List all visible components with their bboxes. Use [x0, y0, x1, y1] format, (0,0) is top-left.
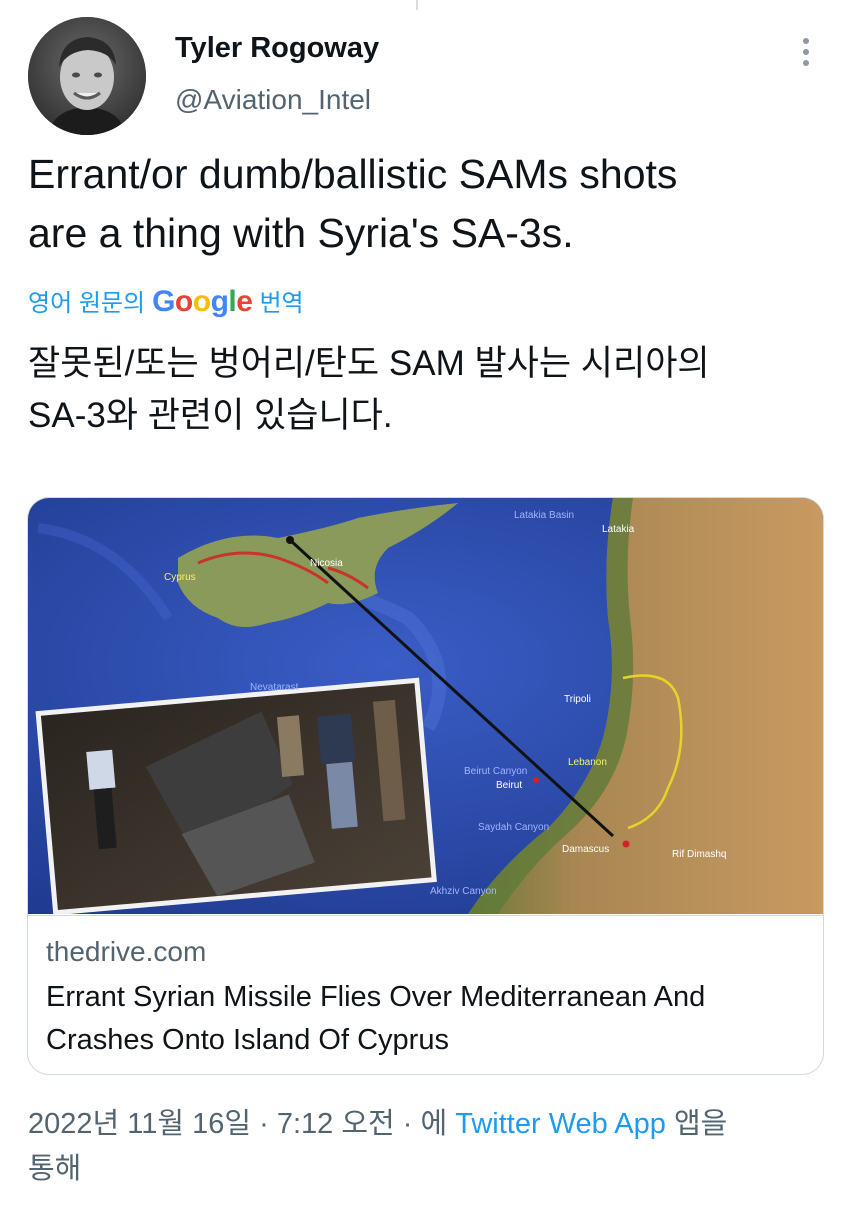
google-logo: Google — [152, 285, 253, 318]
more-options-icon[interactable] — [796, 34, 816, 70]
tweet-text: Errant/or dumb/ballistic SAMs shots are … — [28, 145, 828, 263]
map-label-tripoli: Tripoli — [564, 694, 591, 705]
translated-text-line: SA-3와 관련이 있습니다. — [28, 396, 393, 435]
card-body[interactable]: thedrive.com Errant Syrian Missile Flies… — [28, 915, 823, 1074]
meta-suffix-2: 통해 — [28, 1153, 82, 1185]
map-label-rif-dimashq: Rif Dimashq — [672, 849, 726, 860]
tweet-text-line: are a thing with Syria's SA-3s. — [28, 210, 574, 256]
source-app-link[interactable]: Twitter Web App — [455, 1108, 666, 1140]
map-label-nicosia: Nicosia — [310, 558, 343, 569]
avatar[interactable] — [28, 17, 146, 135]
author-handle[interactable]: @Aviation_Intel — [175, 84, 371, 116]
tweet-date[interactable]: 2022년 11월 16일 — [28, 1108, 251, 1140]
map-label-cyprus: Cyprus — [164, 572, 196, 583]
meta-via: 에 — [420, 1108, 448, 1140]
map-label-beirut-canyon: Beirut Canyon — [464, 766, 527, 777]
card-title-line: Errant Syrian Missile Flies Over Mediter… — [46, 981, 706, 1013]
card-domain: thedrive.com — [46, 936, 207, 967]
meta-separator: · — [259, 1108, 269, 1140]
meta-suffix: 앱을 — [673, 1108, 728, 1140]
map-label-latakia-basin: Latakia Basin — [514, 510, 574, 521]
card-title: Errant Syrian Missile Flies Over Mediter… — [46, 976, 816, 1062]
tweet-meta: 2022년 11월 16일 · 7:12 오전 · 에 Twitter Web … — [28, 1102, 828, 1192]
map-image: Cyprus Nicosia Latakia Basin Latakia Tri… — [28, 498, 823, 916]
map-label-lebanon: Lebanon — [568, 757, 607, 768]
map-label-inset: Nevatarast — [250, 682, 299, 693]
map-label-akhziv: Akhziv Canyon — [430, 886, 497, 897]
meta-separator: · — [402, 1108, 413, 1140]
translated-text: 잘못된/또는 벙어리/탄도 SAM 발사는 시리아의 SA-3와 관련이 있습니… — [28, 338, 828, 442]
map-label-saydah-canyon: Saydah Canyon — [478, 822, 549, 833]
map-label-beirut: Beirut — [496, 780, 522, 791]
translate-prefix: 영어 원문의 — [28, 290, 146, 317]
tweet-time[interactable]: 7:12 오전 — [277, 1108, 395, 1140]
card-title-line: Crashes Onto Island Of Cyprus — [46, 1024, 449, 1056]
author-name[interactable]: Tyler Rogoway — [175, 32, 379, 65]
translate-link[interactable]: 영어 원문의 Google 번역 — [28, 283, 304, 319]
translate-suffix: 번역 — [259, 290, 304, 317]
tweet-text-line: Errant/or dumb/ballistic SAMs shots — [28, 151, 678, 197]
avatar-photo — [28, 17, 146, 135]
top-divider-sliver — [416, 0, 418, 10]
card-image[interactable]: Cyprus Nicosia Latakia Basin Latakia Tri… — [28, 498, 823, 916]
translated-text-line: 잘못된/또는 벙어리/탄도 SAM 발사는 시리아의 — [28, 344, 710, 383]
map-label-damascus: Damascus — [562, 844, 609, 855]
link-preview-card[interactable]: Cyprus Nicosia Latakia Basin Latakia Tri… — [27, 497, 824, 1075]
map-label-latakia: Latakia — [602, 524, 635, 535]
